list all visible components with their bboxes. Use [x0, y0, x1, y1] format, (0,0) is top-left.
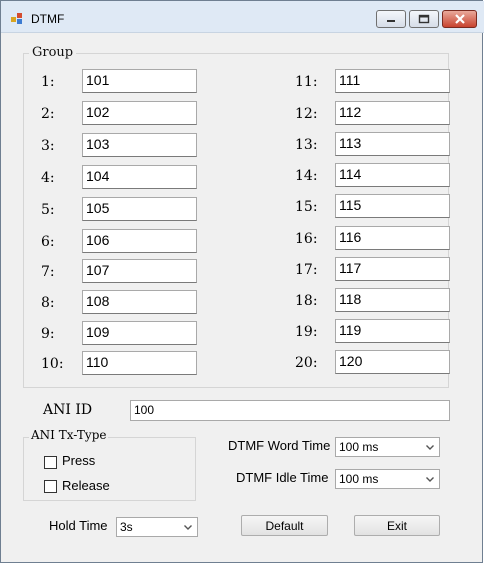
group-input-12[interactable]: 112: [335, 101, 450, 125]
group-row-label-13: 13:: [295, 137, 318, 153]
close-button[interactable]: [442, 10, 477, 28]
group-row-label-3: 3:: [41, 138, 55, 154]
chevron-down-icon: [184, 525, 192, 530]
release-label[interactable]: Release: [62, 478, 110, 493]
maximize-icon: [418, 14, 430, 24]
group-input-1[interactable]: 101: [82, 69, 197, 93]
group-input-5[interactable]: 105: [82, 197, 197, 221]
chevron-down-icon: [426, 445, 434, 450]
exit-button[interactable]: Exit: [354, 515, 440, 536]
dtmf-idle-time-value: 100 ms: [339, 472, 379, 486]
group-row-label-2: 2:: [41, 106, 55, 122]
group-input-19[interactable]: 119: [335, 319, 450, 343]
group-row-label-7: 7:: [41, 264, 55, 280]
group-row-label-6: 6:: [41, 234, 55, 250]
dtmf-window: DTMF Group 1: 101 2: 102 3: 103 4: 104 5…: [0, 0, 484, 563]
release-checkbox[interactable]: [44, 480, 57, 493]
group-row-label-18: 18:: [295, 293, 318, 309]
group-row-label-20: 20:: [295, 355, 318, 371]
group-label: Group: [29, 45, 77, 60]
press-label[interactable]: Press: [62, 453, 95, 468]
dtmf-idle-time-label: DTMF Idle Time: [236, 470, 329, 485]
press-checkbox[interactable]: [44, 456, 57, 469]
group-input-10[interactable]: 110: [82, 351, 197, 375]
close-icon: [454, 14, 465, 24]
group-row-label-5: 5:: [41, 202, 55, 218]
group-input-4[interactable]: 104: [82, 165, 197, 189]
group-input-15[interactable]: 115: [335, 194, 450, 218]
group-input-2[interactable]: 102: [82, 101, 197, 125]
dtmf-word-time-select[interactable]: 100 ms: [335, 437, 440, 457]
default-button[interactable]: Default: [241, 515, 328, 536]
group-row-label-9: 9:: [41, 326, 55, 342]
group-input-20[interactable]: 120: [335, 350, 450, 374]
group-row-label-14: 14:: [295, 168, 318, 184]
group-input-9[interactable]: 109: [82, 321, 197, 345]
group-row-label-19: 19:: [295, 324, 318, 340]
hold-time-select[interactable]: 3s: [116, 517, 198, 537]
group-input-13[interactable]: 113: [335, 132, 450, 156]
group-row-label-12: 12:: [295, 106, 318, 122]
group-input-14[interactable]: 114: [335, 163, 450, 187]
group-row-label-16: 16:: [295, 231, 318, 247]
maximize-button[interactable]: [409, 10, 439, 28]
hold-time-label: Hold Time: [49, 518, 108, 533]
hold-time-value: 3s: [120, 520, 133, 534]
group-row-label-17: 17:: [295, 262, 318, 278]
group-input-11[interactable]: 111: [335, 69, 450, 93]
minimize-icon: [387, 20, 395, 22]
group-row-label-4: 4:: [41, 170, 55, 186]
group-input-18[interactable]: 118: [335, 288, 450, 312]
ani-id-label: ANI ID: [43, 402, 93, 418]
app-icon: [11, 13, 23, 25]
ani-id-input[interactable]: 100: [130, 400, 450, 421]
title-bar: DTMF: [1, 1, 484, 33]
group-input-7[interactable]: 107: [82, 259, 197, 283]
group-row-label-10: 10:: [41, 356, 64, 372]
group-input-8[interactable]: 108: [82, 290, 197, 314]
group-input-17[interactable]: 117: [335, 257, 450, 281]
group-input-6[interactable]: 106: [82, 229, 197, 253]
window-title: DTMF: [31, 12, 65, 26]
dtmf-word-time-value: 100 ms: [339, 440, 379, 454]
dtmf-idle-time-select[interactable]: 100 ms: [335, 469, 440, 489]
dtmf-word-time-label: DTMF Word Time: [228, 438, 331, 453]
group-input-16[interactable]: 116: [335, 226, 450, 250]
group-input-3[interactable]: 103: [82, 133, 197, 157]
minimize-button[interactable]: [376, 10, 406, 28]
ani-tx-type-label: ANI Tx-Type: [29, 428, 109, 442]
chevron-down-icon: [426, 477, 434, 482]
group-row-label-1: 1:: [41, 74, 55, 90]
group-row-label-15: 15:: [295, 199, 318, 215]
group-row-label-11: 11:: [295, 74, 318, 90]
group-row-label-8: 8:: [41, 295, 55, 311]
